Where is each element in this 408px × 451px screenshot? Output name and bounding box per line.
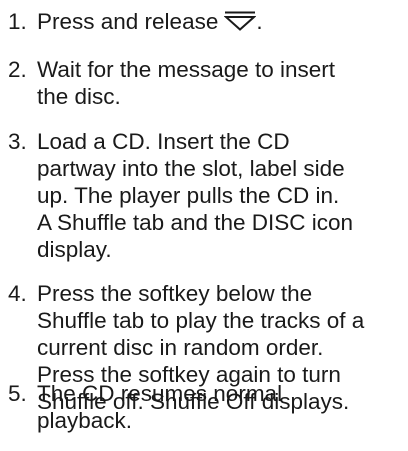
step-number: 5. (8, 381, 27, 406)
step-line: Press and release (37, 9, 219, 34)
step-text: Wait for the message to insert the disc. (37, 56, 399, 110)
step-line: Load a CD. Insert the CD (37, 129, 290, 154)
step-line: current disc in random order. (37, 335, 324, 360)
step-number: 2. (8, 57, 27, 82)
step-line: Press the softkey below the (37, 281, 313, 306)
step-text: Press and release. (37, 8, 399, 35)
step-line-end: . (256, 9, 263, 34)
step-line: playback. (37, 408, 133, 433)
step-line: A Shuffle tab and the DISC icon (37, 210, 354, 235)
step-line: The CD resumes normal (37, 381, 283, 406)
step-number: 1. (8, 9, 27, 34)
step-number: 4. (8, 281, 27, 306)
step-line: partway into the slot, label side (37, 156, 345, 181)
step-line: Wait for the message to insert (37, 57, 336, 82)
step-line: Shuffle tab to play the tracks of a (37, 308, 365, 333)
step-line: display. (37, 237, 112, 262)
eject-icon (224, 11, 257, 31)
step-text: Load a CD. Insert the CD partway into th… (37, 128, 399, 263)
step-number: 3. (8, 129, 27, 154)
step-line: up. The player pulls the CD in. (37, 183, 340, 208)
step-text: The CD resumes normal playback. (37, 380, 399, 434)
step-line: the disc. (37, 84, 121, 109)
